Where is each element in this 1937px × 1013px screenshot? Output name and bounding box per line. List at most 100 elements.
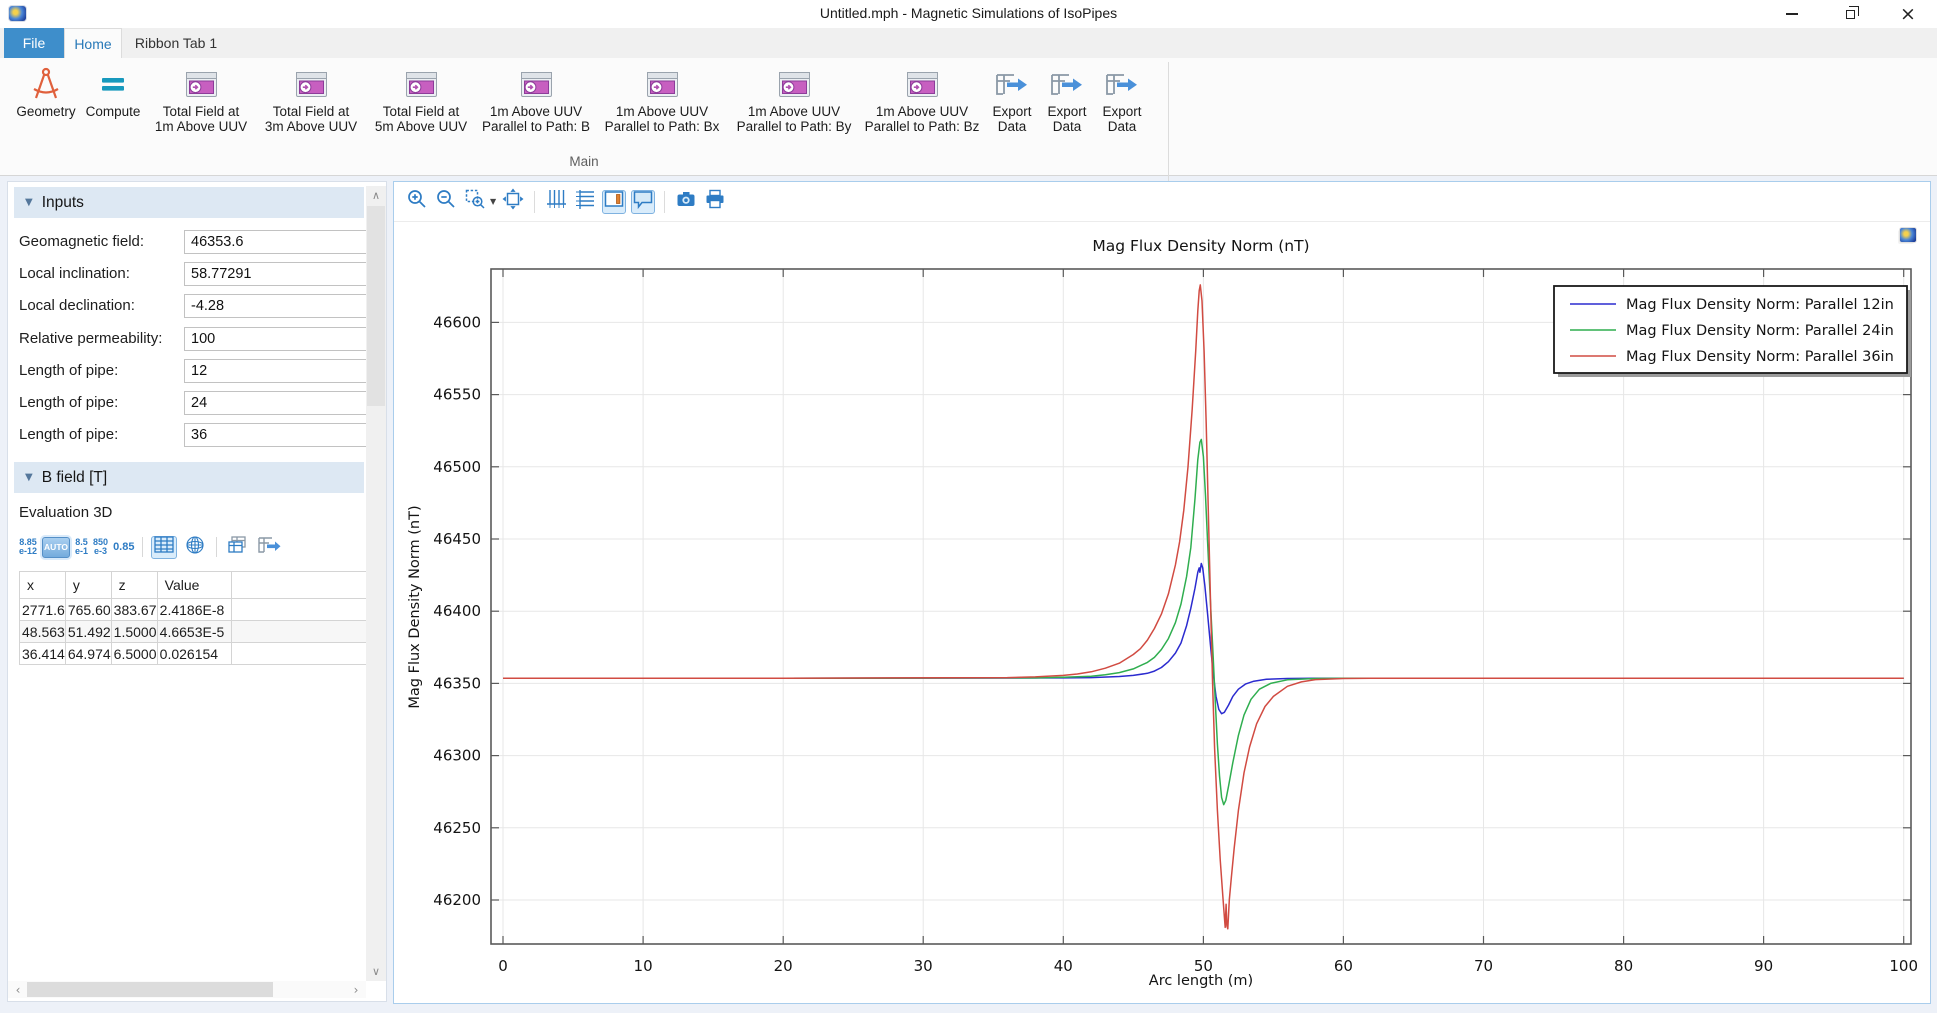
app-window: Untitled.mph - Magnetic Simulations of I… [0,0,1937,1013]
ribbon-button-label: Compute [86,104,141,119]
section-header-inputs[interactable]: ▼ Inputs [14,187,364,218]
close-button[interactable]: × [1879,0,1937,28]
column-header-z[interactable]: z [111,572,157,599]
scroll-left-icon[interactable]: ‹ [8,981,28,998]
legend-label: Mag Flux Density Norm: Parallel 24in [1626,323,1894,339]
format-decimal-button[interactable]: 0.85 [113,541,134,553]
scroll-right-icon[interactable]: › [346,981,366,998]
zoom-out-icon [435,188,457,215]
field-input-length-of-pipe-2[interactable] [184,391,375,415]
scroll-down-icon[interactable]: ∨ [366,962,386,981]
x-axis-grid-button[interactable] [544,190,568,214]
format-engineering-button[interactable]: 8.5e-1 [75,538,88,556]
table-cell: 2.4186E-8 [157,599,231,621]
ribbon-button-total-field-5m[interactable]: Total Field at5m Above UUV [366,64,476,158]
copy-table-button[interactable] [225,536,251,559]
full-precision-toggle-button[interactable] [151,536,177,559]
y-tick-label: 46500 [433,458,481,476]
zoom-out-button[interactable] [434,190,458,214]
scroll-up-icon[interactable]: ∧ [366,186,386,205]
column-header-value[interactable]: Value [157,572,231,599]
minimize-button[interactable] [1763,0,1821,28]
tab-ribbon-tab-1[interactable]: Ribbon Tab 1 [122,28,230,58]
legend-label: Mag Flux Density Norm: Parallel 12in [1626,297,1894,313]
ribbon-button-export-data-2[interactable]: ExportData [1040,64,1094,158]
show-legends-button[interactable] [602,190,626,214]
app-window-icon [646,64,679,104]
evaluation-table: xyzValue2771.6765.60383.672.4186E-848.56… [19,571,369,665]
tooltip-icon [632,188,654,215]
column-header-x[interactable]: x [20,572,66,599]
show-tooltip-button[interactable] [631,190,655,214]
restore-button[interactable] [1821,0,1879,28]
field-input-relative-permeability[interactable] [184,327,375,351]
tab-file[interactable]: File [4,28,64,58]
ribbon-button-export-data-1[interactable]: ExportData [984,64,1040,158]
dropdown-arrow-icon[interactable]: ▼ [490,197,496,206]
tab-home[interactable]: Home [64,28,122,58]
legend: Mag Flux Density Norm: Parallel 12in Mag … [1554,286,1911,377]
field-input-length-of-pipe-3[interactable] [184,423,375,447]
ribbon-button-parallel-path-bz[interactable]: 1m Above UUVParallel to Path: Bz [860,64,984,158]
camera-icon [675,188,697,215]
ribbon-button-parallel-path-by[interactable]: 1m Above UUVParallel to Path: By [728,64,860,158]
table-cell: 765.60 [65,599,111,621]
ribbon-button-compute[interactable]: Compute [80,64,146,158]
print-button[interactable] [703,190,727,214]
ribbon-group-label: Main [0,154,1168,169]
ribbon-button-total-field-1m[interactable]: Total Field at1m Above UUV [146,64,256,158]
x-tick-label: 10 [634,957,653,975]
x-tick-label: 70 [1474,957,1493,975]
y-tick-label: 46200 [433,891,481,909]
zoom-extents-button[interactable] [501,190,525,214]
x-tick-label: 40 [1054,957,1073,975]
field-label-length-of-pipe-3: Length of pipe: [19,426,118,443]
y-tick-label: 46600 [433,313,481,331]
format-scientific-button[interactable]: 8.85e-12 [19,538,37,556]
snapshot-button[interactable] [674,190,698,214]
format-engineering-si-button[interactable]: 850e-3 [93,538,108,556]
ribbon-button-geometry[interactable]: Geometry [12,64,80,158]
ribbon-button-export-data-3[interactable]: ExportData [1094,64,1150,158]
y-tick-label: 46300 [433,747,481,765]
plot-canvas[interactable]: 0102030405060708090100462004625046300463… [394,223,1930,1003]
vertical-scrollbar[interactable]: ∧ ∨ [366,186,386,981]
ribbon-button-parallel-path-bx[interactable]: 1m Above UUVParallel to Path: Bx [596,64,728,158]
sphere-plot-button[interactable] [182,536,208,559]
export-table-button[interactable] [256,536,282,559]
graphics-toolbar: ▼ [394,182,1930,222]
ribbon-button-label: Total Field at5m Above UUV [375,104,467,134]
field-input-geomagnetic-field[interactable] [184,230,375,254]
format-auto-button[interactable]: AUTO [42,537,70,558]
field-label-length-of-pipe-1: Length of pipe: [19,362,118,379]
table-cell: 36.414 [20,643,66,665]
ribbon-button-label: 1m Above UUVParallel to Path: Bz [865,104,980,134]
table-cell: 48.563 [20,621,66,643]
section-header-bfield[interactable]: ▼ B field [T] [14,462,364,493]
ribbon-button-label: ExportData [992,104,1031,134]
table-row[interactable]: 2771.6765.60383.672.4186E-8 [20,599,369,621]
ribbon-button-total-field-3m[interactable]: Total Field at3m Above UUV [256,64,366,158]
form-row-local-inclination: Local inclination: [19,262,375,286]
field-input-local-inclination[interactable] [184,262,375,286]
app-window-icon [295,64,328,104]
table-row[interactable]: 48.56351.4921.50004.6653E-5 [20,621,369,643]
y-axis-grid-button[interactable] [573,190,597,214]
ribbon-button-parallel-path-b[interactable]: 1m Above UUVParallel to Path: B [476,64,596,158]
field-input-length-of-pipe-1[interactable] [184,359,375,383]
zoom-box-button[interactable] [463,190,487,214]
form-row-relative-permeability: Relative permeability: [19,327,375,351]
table-row[interactable]: 36.41464.9746.50000.026154 [20,643,369,665]
toolbar-separator [534,191,535,213]
horizontal-scrollbar-thumb[interactable] [27,982,273,997]
table-cell: 1.5000 [111,621,157,643]
app-window-icon [906,64,939,104]
horizontal-scrollbar[interactable]: ‹ › [8,981,366,998]
settings-panel: ▼ Inputs Geomagnetic field:Local inclina… [7,181,387,1002]
zoom-in-button[interactable] [405,190,429,214]
field-input-local-declination[interactable] [184,294,375,318]
field-label-local-inclination: Local inclination: [19,265,130,282]
column-header-y[interactable]: y [65,572,111,599]
vertical-scrollbar-thumb[interactable] [367,206,385,406]
ribbon: Geometry Compute Total Field at1m Above UU… [0,58,1937,176]
